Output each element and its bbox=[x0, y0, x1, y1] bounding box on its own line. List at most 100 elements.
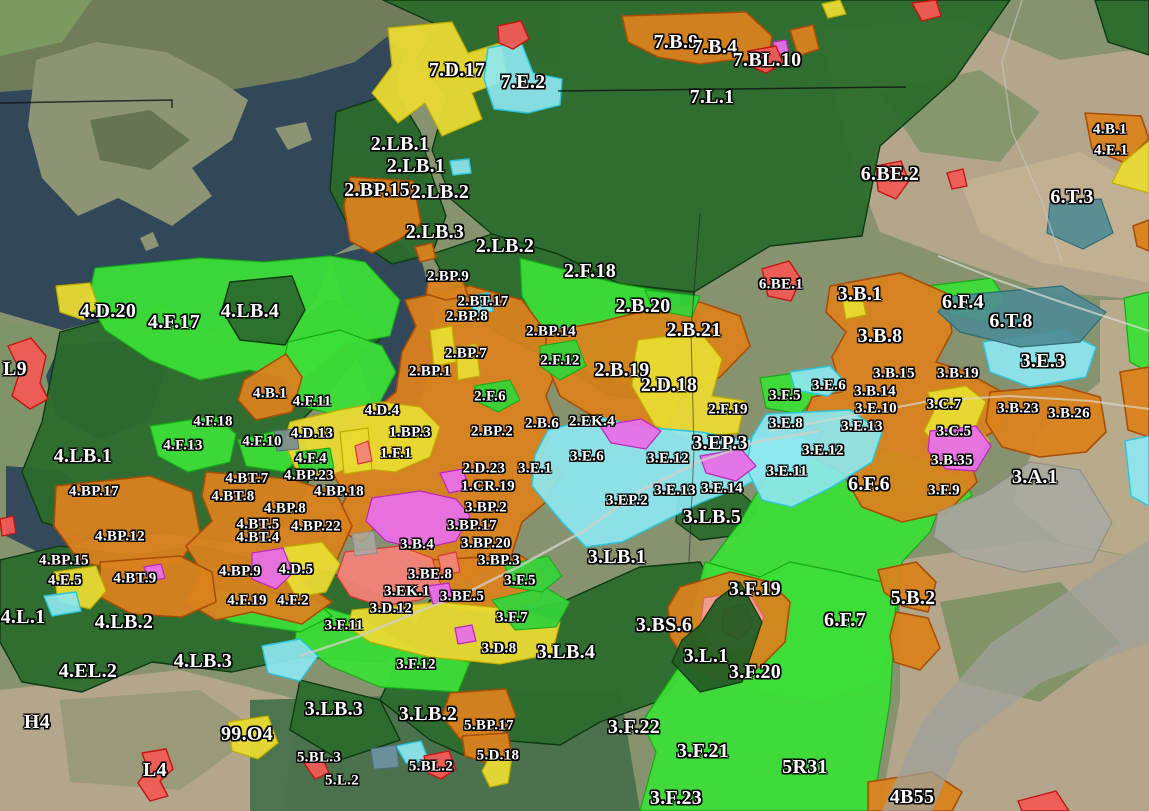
zone-label[interactable]: 4.BT.4 bbox=[236, 531, 279, 546]
zone-label[interactable]: 4.F.4 bbox=[295, 452, 327, 467]
zone-label[interactable]: 3.F.20 bbox=[729, 662, 781, 682]
zone-label[interactable]: 3.B.14 bbox=[854, 385, 896, 400]
zone-label[interactable]: 3.B.19 bbox=[937, 367, 979, 382]
zone-label[interactable]: 4.BT.8 bbox=[211, 490, 254, 505]
zone-label[interactable]: 3.E.13 bbox=[841, 420, 883, 435]
zone-label[interactable]: 3.F.12 bbox=[396, 658, 436, 673]
zone-label[interactable]: 4.D.20 bbox=[80, 301, 136, 321]
zone-label[interactable]: 2.B.21 bbox=[666, 320, 721, 340]
zone-label[interactable]: 6.BE.2 bbox=[861, 164, 919, 184]
zone-label[interactable]: 3.E.8 bbox=[769, 417, 803, 432]
zone-label[interactable]: 4.BP.15 bbox=[39, 554, 89, 569]
zone-label[interactable]: 5.D.18 bbox=[477, 749, 520, 764]
zone-label[interactable]: 5.BP.17 bbox=[464, 719, 514, 734]
zone-label[interactable]: 2.BT.17 bbox=[458, 295, 509, 310]
zone-label[interactable]: 3.F.22 bbox=[608, 717, 660, 737]
zone-label[interactable]: 4.BP.9 bbox=[219, 565, 261, 580]
zone-label[interactable]: 3.EP.2 bbox=[606, 494, 648, 509]
zone-label[interactable]: 2.EK.4 bbox=[569, 415, 615, 430]
zone-label[interactable]: 4.LB.1 bbox=[54, 446, 112, 466]
zone-label[interactable]: 3.LB.5 bbox=[683, 507, 741, 527]
zone-label[interactable]: 99.O4 bbox=[221, 724, 273, 744]
zone-label[interactable]: 3.E.13 bbox=[654, 484, 696, 499]
zone-label[interactable]: 3.LB.3 bbox=[305, 699, 363, 719]
zone-label[interactable]: 2.BP.7 bbox=[445, 347, 487, 362]
zone-label[interactable]: 2.F.19 bbox=[708, 403, 748, 418]
zone-label[interactable]: 3.B.23 bbox=[997, 402, 1039, 417]
zone-label[interactable]: 5.B.2 bbox=[891, 588, 936, 608]
zone-label[interactable]: 3.C.5 bbox=[937, 425, 972, 440]
zone-label[interactable]: 4.F.17 bbox=[148, 312, 200, 332]
zone-label[interactable]: 3.EP.3 bbox=[692, 433, 748, 453]
zone-label[interactable]: 3.D.12 bbox=[370, 602, 413, 617]
zone-label[interactable]: 3.F.23 bbox=[650, 788, 702, 808]
zone-label[interactable]: 5.BL.2 bbox=[409, 760, 453, 775]
zone-label[interactable]: 1.F.1 bbox=[380, 447, 412, 462]
zone-label[interactable]: 3.E.12 bbox=[802, 444, 844, 459]
zone-label[interactable]: 3.BE.5 bbox=[440, 590, 484, 605]
zone-label[interactable]: 4.D.4 bbox=[365, 404, 400, 419]
zone-label[interactable]: 4.F.11 bbox=[293, 395, 332, 410]
zone-label[interactable]: 4.F.19 bbox=[227, 594, 267, 609]
zone-label[interactable]: 6.BE.1 bbox=[759, 278, 803, 293]
zone-label[interactable]: 3.E.10 bbox=[855, 402, 897, 417]
zone-label[interactable]: 2.D.23 bbox=[463, 462, 506, 477]
zone-label[interactable]: 7.E.2 bbox=[501, 72, 546, 92]
zone-label[interactable]: 3.LB.4 bbox=[537, 642, 595, 662]
zone-label[interactable]: 4.BP.8 bbox=[264, 502, 306, 517]
zone-label[interactable]: 7.BL.10 bbox=[733, 50, 802, 70]
zone-label[interactable]: 4.F.13 bbox=[163, 439, 203, 454]
zone-label[interactable]: 3.E.3 bbox=[1021, 351, 1066, 371]
zone-label[interactable]: 3.B.35 bbox=[931, 454, 973, 469]
zone-label[interactable]: 7.D.17 bbox=[429, 60, 485, 80]
zone-label[interactable]: 3.A.1 bbox=[1012, 467, 1058, 487]
zone-label[interactable]: 3.B.4 bbox=[400, 538, 434, 553]
zone-label[interactable]: 3.BS.6 bbox=[636, 615, 692, 635]
zone-label[interactable]: 2.LB.2 bbox=[411, 182, 469, 202]
zone-label[interactable]: 2.B.20 bbox=[615, 296, 670, 316]
zone-label[interactable]: 3.F.11 bbox=[325, 619, 364, 634]
zone-label[interactable]: 4.B.1 bbox=[1093, 123, 1127, 138]
zone-label[interactable]: 4.LB.4 bbox=[221, 301, 279, 321]
zone-label[interactable]: 3.LB.1 bbox=[588, 547, 646, 567]
zone-label[interactable]: 3.BP.20 bbox=[461, 537, 511, 552]
zone-label[interactable]: 2.BP.2 bbox=[471, 425, 513, 440]
zone-label[interactable]: 4B55 bbox=[890, 787, 935, 807]
zone-label[interactable]: L9 bbox=[3, 359, 27, 379]
zone-label[interactable]: 2.LB.1 bbox=[371, 134, 429, 154]
zone-label[interactable]: H4 bbox=[24, 712, 50, 732]
zone-label[interactable]: 2.B.6 bbox=[525, 417, 559, 432]
zone-label[interactable]: 3.E.6 bbox=[812, 379, 846, 394]
zone-label[interactable]: 3.C.7 bbox=[927, 398, 962, 413]
zone-label[interactable]: 6.F.4 bbox=[942, 292, 984, 312]
zone-label[interactable]: 3.E.1 bbox=[518, 462, 552, 477]
zone-label[interactable]: 3.E.11 bbox=[767, 465, 808, 480]
zone-label[interactable]: 3.B.8 bbox=[858, 326, 903, 346]
zone-label[interactable]: 6.F.6 bbox=[848, 474, 890, 494]
zone-label[interactable]: 2.BP.9 bbox=[427, 270, 469, 285]
zone-label[interactable]: 2.LB.2 bbox=[476, 236, 534, 256]
zone-label[interactable]: 3.BP.3 bbox=[478, 554, 520, 569]
zone-label[interactable]: 4.L.1 bbox=[1, 607, 46, 627]
zone-label[interactable]: 3.F.19 bbox=[729, 579, 781, 599]
zone-label[interactable]: 2.BP.8 bbox=[446, 310, 488, 325]
zone-label[interactable]: 3.E.14 bbox=[701, 482, 743, 497]
zone-label[interactable]: 3.B.15 bbox=[873, 367, 915, 382]
zone-label[interactable]: 4.LB.2 bbox=[95, 612, 153, 632]
zone-label[interactable]: 3.B.1 bbox=[838, 284, 883, 304]
zone-label[interactable]: 7.B.4 bbox=[693, 37, 738, 57]
zone-label[interactable]: L4 bbox=[143, 760, 167, 780]
zone-label[interactable]: 4.BP.18 bbox=[314, 485, 364, 500]
zone-label[interactable]: 4.F.10 bbox=[242, 435, 282, 450]
zone-label[interactable]: 2.F.18 bbox=[564, 261, 616, 281]
zone-label[interactable]: 3.D.8 bbox=[482, 642, 517, 657]
zone-label[interactable]: 4.BP.23 bbox=[284, 469, 334, 484]
zone-label[interactable]: 6.T.8 bbox=[989, 311, 1032, 331]
zone-label[interactable]: 4.BT.7 bbox=[225, 472, 268, 487]
zone-label[interactable]: 6.T.3 bbox=[1050, 187, 1093, 207]
zone-label[interactable]: 3.EK.1 bbox=[384, 585, 430, 600]
zone-label[interactable]: 4.LB.3 bbox=[174, 651, 232, 671]
zone-label[interactable]: 2.BP.15 bbox=[344, 180, 410, 200]
zone-label[interactable]: 1.CR.19 bbox=[461, 480, 515, 495]
zone-label[interactable]: 3.F.9 bbox=[928, 484, 960, 499]
